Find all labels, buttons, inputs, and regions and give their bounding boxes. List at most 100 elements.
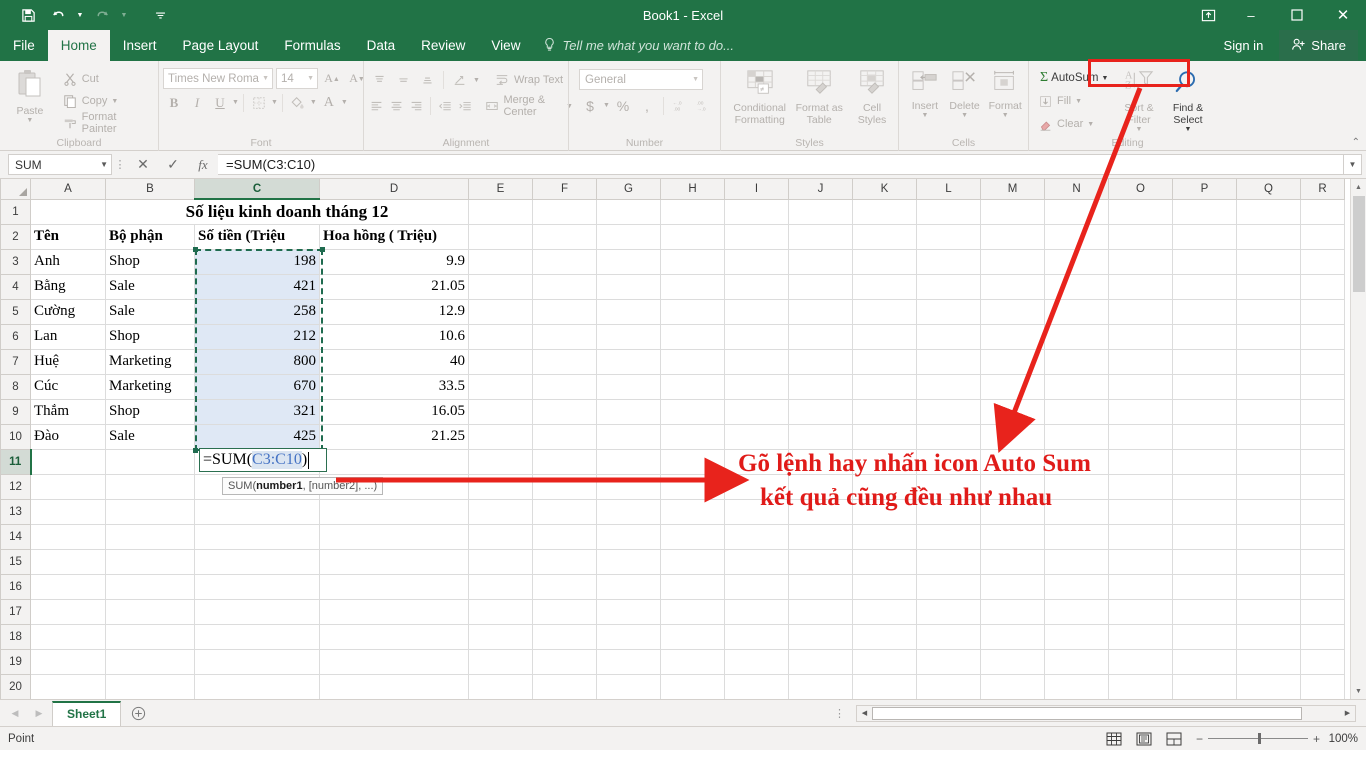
- cell-O8[interactable]: [1108, 373, 1173, 400]
- cell-O12[interactable]: [1108, 473, 1173, 500]
- cell-L17[interactable]: [916, 598, 981, 625]
- autosum-dropdown-icon[interactable]: ▼: [1101, 75, 1108, 82]
- cell-D5[interactable]: 12.9: [319, 298, 469, 325]
- cell-H17[interactable]: [660, 598, 725, 625]
- cell-E17[interactable]: [468, 598, 533, 625]
- clear-button[interactable]: Clear ▼: [1037, 113, 1113, 135]
- cell-B1-title[interactable]: Số liệu kinh doanh tháng 12: [105, 198, 469, 225]
- zoom-out-button[interactable]: −: [1196, 732, 1203, 746]
- cell-C20[interactable]: [194, 673, 320, 699]
- cell-N16[interactable]: [1044, 573, 1109, 600]
- cell-B9[interactable]: Shop: [105, 398, 195, 425]
- cell-G13[interactable]: [596, 498, 661, 525]
- cell-E1[interactable]: [468, 198, 533, 225]
- cell-J14[interactable]: [788, 523, 853, 550]
- number-format-dropdown-icon[interactable]: ▼: [692, 76, 699, 83]
- cell-D18[interactable]: [319, 623, 469, 650]
- cell-B14[interactable]: [105, 523, 195, 550]
- cell-E4[interactable]: [468, 273, 533, 300]
- collapse-ribbon-icon[interactable]: ⌃: [1352, 137, 1360, 148]
- cell-L18[interactable]: [916, 623, 981, 650]
- cell-O4[interactable]: [1108, 273, 1173, 300]
- cell-J10[interactable]: [788, 423, 853, 450]
- cell-B15[interactable]: [105, 548, 195, 575]
- copy-button[interactable]: Copy ▼: [62, 90, 154, 112]
- cell-E15[interactable]: [468, 548, 533, 575]
- cell-D3[interactable]: 9.9: [319, 248, 469, 275]
- col-header-P[interactable]: P: [1172, 179, 1237, 200]
- cell-P5[interactable]: [1172, 298, 1237, 325]
- cell-L2[interactable]: [916, 223, 981, 250]
- cell-A9[interactable]: Thắm: [30, 398, 106, 425]
- cell-O1[interactable]: [1108, 198, 1173, 225]
- cell-O13[interactable]: [1108, 498, 1173, 525]
- align-left-icon[interactable]: [368, 96, 386, 117]
- sheet-tab-sheet1[interactable]: Sheet1: [52, 700, 122, 726]
- underline-button[interactable]: U: [209, 92, 231, 113]
- cell-G17[interactable]: [596, 598, 661, 625]
- cell-N6[interactable]: [1044, 323, 1109, 350]
- cell-P18[interactable]: [1172, 623, 1237, 650]
- increase-decimal-icon[interactable]: ←.0.00: [669, 95, 691, 116]
- close-button[interactable]: ✕: [1320, 0, 1366, 30]
- cell-F19[interactable]: [532, 648, 597, 675]
- cell-J6[interactable]: [788, 323, 853, 350]
- col-header-F[interactable]: F: [532, 179, 597, 200]
- cell-C4[interactable]: 421: [194, 273, 320, 300]
- cell-E10[interactable]: [468, 423, 533, 450]
- cell-N13[interactable]: [1044, 498, 1109, 525]
- cell-F16[interactable]: [532, 573, 597, 600]
- row-header-11[interactable]: 11: [0, 448, 32, 475]
- align-middle-icon[interactable]: [392, 70, 414, 91]
- cell-A13[interactable]: [30, 498, 106, 525]
- zoom-track[interactable]: [1207, 733, 1308, 744]
- cell-R15[interactable]: [1300, 548, 1345, 575]
- cell-G3[interactable]: [596, 248, 661, 275]
- cell-B20[interactable]: [105, 673, 195, 699]
- cell-N8[interactable]: [1044, 373, 1109, 400]
- undo-icon[interactable]: [44, 3, 72, 27]
- cell-D14[interactable]: [319, 523, 469, 550]
- cell-B3[interactable]: Shop: [105, 248, 195, 275]
- cell-K14[interactable]: [852, 523, 917, 550]
- horizontal-scroll-thumb[interactable]: [872, 706, 1302, 720]
- cell-K17[interactable]: [852, 598, 917, 625]
- cell-L5[interactable]: [916, 298, 981, 325]
- cell-P19[interactable]: [1172, 648, 1237, 675]
- cell-Q17[interactable]: [1236, 598, 1301, 625]
- cell-F13[interactable]: [532, 498, 597, 525]
- cell-J9[interactable]: [788, 398, 853, 425]
- col-header-O[interactable]: O: [1108, 179, 1173, 200]
- row-header-15[interactable]: 15: [0, 548, 31, 575]
- cell-M2[interactable]: [980, 223, 1045, 250]
- cell-P17[interactable]: [1172, 598, 1237, 625]
- cell-L7[interactable]: [916, 348, 981, 375]
- cell-C18[interactable]: [194, 623, 320, 650]
- cell-J16[interactable]: [788, 573, 853, 600]
- name-box-dropdown-icon[interactable]: ▼: [100, 160, 108, 169]
- cell-F6[interactable]: [532, 323, 597, 350]
- increase-indent-icon[interactable]: [456, 96, 474, 117]
- cell-O2[interactable]: [1108, 223, 1173, 250]
- cell-O15[interactable]: [1108, 548, 1173, 575]
- cell-K15[interactable]: [852, 548, 917, 575]
- cell-P1[interactable]: [1172, 198, 1237, 225]
- cell-Q11[interactable]: [1236, 448, 1301, 475]
- cell-G4[interactable]: [596, 273, 661, 300]
- cell-M10[interactable]: [980, 423, 1045, 450]
- cell-I18[interactable]: [724, 623, 789, 650]
- number-format-select[interactable]: General ▼: [579, 69, 703, 90]
- row-header-7[interactable]: 7: [0, 348, 31, 375]
- sort-filter-dropdown-icon[interactable]: ▼: [1136, 126, 1143, 133]
- cell-I6[interactable]: [724, 323, 789, 350]
- row-header-5[interactable]: 5: [0, 298, 31, 325]
- col-header-D[interactable]: D: [319, 179, 469, 200]
- cell-R16[interactable]: [1300, 573, 1345, 600]
- italic-button[interactable]: I: [186, 92, 208, 113]
- cell-F1[interactable]: [532, 198, 597, 225]
- cell-D6[interactable]: 10.6: [319, 323, 469, 350]
- cell-A4[interactable]: Bằng: [30, 273, 106, 300]
- cell-editor-C11[interactable]: =SUM(C3:C10): [199, 448, 327, 472]
- cell-M15[interactable]: [980, 548, 1045, 575]
- cell-N3[interactable]: [1044, 248, 1109, 275]
